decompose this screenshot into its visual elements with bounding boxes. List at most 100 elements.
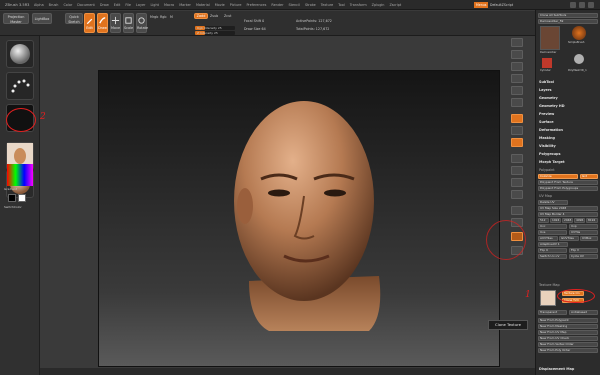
- simplebrush-thumb[interactable]: [572, 26, 586, 40]
- menu-item[interactable]: File: [125, 3, 131, 7]
- persp-icon[interactable]: [511, 86, 523, 95]
- uv-size-512-button[interactable]: 512: [538, 218, 549, 223]
- menu-item[interactable]: Alpha: [34, 3, 44, 7]
- gradient-label[interactable]: Gradient: [4, 187, 17, 191]
- delete-uv-button[interactable]: Delete UV: [538, 200, 568, 205]
- menu-item[interactable]: Macro: [164, 3, 174, 7]
- zcut-toggle[interactable]: Zcut: [224, 14, 231, 18]
- menu-item[interactable]: Zscript: [389, 3, 401, 7]
- polypaint-from-texture-button[interactable]: Polypaint From Texture: [538, 180, 598, 185]
- edit-button[interactable]: Edit: [84, 13, 95, 33]
- minimize-icon[interactable]: [570, 2, 576, 8]
- zsub-toggle[interactable]: Zsub: [210, 14, 218, 18]
- menu-item[interactable]: Brush: [49, 3, 59, 7]
- uvs-button[interactable]: Uvs: [538, 230, 567, 235]
- geometry-hd-section[interactable]: Geometry HD: [539, 104, 565, 108]
- focal-shift-slider[interactable]: Focal Shift 0: [244, 19, 264, 23]
- polypaint-title[interactable]: Polypaint: [539, 168, 555, 172]
- flip-u-button[interactable]: Flip U: [538, 248, 567, 253]
- draw-button[interactable]: Draw: [97, 13, 108, 33]
- move-view-icon[interactable]: [511, 166, 523, 175]
- menu-item[interactable]: Marker: [179, 3, 191, 7]
- polymesh-thumb[interactable]: [574, 54, 584, 64]
- new-from-uv-check-button[interactable]: New From UV Check: [538, 336, 598, 341]
- antialiased-toggle[interactable]: Antialiased: [569, 310, 598, 315]
- uv-size-8192-button[interactable]: 8192: [586, 218, 598, 223]
- uv-size-2048-button[interactable]: 2048: [562, 218, 573, 223]
- transparent-toggle[interactable]: Transparent: [538, 310, 567, 315]
- menu-item[interactable]: Render: [271, 3, 283, 7]
- mrgb-toggle[interactable]: Mrgb: [150, 15, 158, 19]
- zadd-toggle[interactable]: Zadd: [194, 13, 208, 19]
- uvbox-button[interactable]: UVBox: [580, 236, 598, 241]
- uvp-button[interactable]: Uvp: [569, 224, 598, 229]
- clone-all-subtools-button[interactable]: Clone All SubTools: [538, 13, 598, 18]
- grd-toggle[interactable]: Grd: [580, 174, 598, 179]
- colorize-toggle[interactable]: Colorize: [538, 174, 578, 179]
- new-from-masking-button[interactable]: New From Masking: [538, 324, 598, 329]
- texture-map-title[interactable]: Texture Map: [539, 283, 560, 287]
- document-canvas[interactable]: [98, 70, 500, 367]
- xyz-icon[interactable]: [511, 126, 523, 135]
- menu-item[interactable]: Material: [196, 3, 210, 7]
- uv-map-border-slider[interactable]: UV Map Border 4: [538, 212, 598, 217]
- new-from-uv-map-button[interactable]: New From UV Map: [538, 330, 598, 335]
- new-from-poly-order-button[interactable]: New From Poly Order: [538, 348, 598, 353]
- menu-item[interactable]: Draw: [100, 3, 109, 7]
- uv-size-1024-button[interactable]: 1024: [550, 218, 561, 223]
- aahalf-icon[interactable]: [511, 74, 523, 83]
- preview-section[interactable]: Preview: [539, 112, 554, 116]
- displacement-map-section[interactable]: Displacement Map: [539, 367, 574, 371]
- switch-color-label[interactable]: SwitchColor: [4, 205, 22, 209]
- color-picker[interactable]: [7, 164, 33, 186]
- deformation-section[interactable]: Deformation: [539, 128, 563, 132]
- cycle-uv-button[interactable]: Cycle UV: [569, 254, 598, 259]
- scale-view-icon[interactable]: [511, 178, 523, 187]
- uv-map-title[interactable]: UV Map: [539, 194, 552, 198]
- tool-thumbnail-demosoldier[interactable]: [540, 26, 560, 50]
- rgb-intensity-slider[interactable]: Rgb Intensity 25: [195, 26, 235, 30]
- uv-map-size-slider[interactable]: UV Map Size 2048: [538, 206, 598, 211]
- move-button[interactable]: Move: [110, 13, 121, 33]
- rgb-toggle[interactable]: Rgb: [160, 15, 166, 19]
- polyf-icon[interactable]: [511, 206, 523, 215]
- visibility-section[interactable]: Visibility: [539, 144, 556, 148]
- adaptive-uv-slider[interactable]: AdaptiveUV 1: [538, 242, 568, 247]
- menu-item[interactable]: Layer: [136, 3, 145, 7]
- menu-item[interactable]: Texture: [321, 3, 333, 7]
- menu-item[interactable]: Zplugin: [372, 3, 385, 7]
- polygroups-section[interactable]: Polygroups: [539, 152, 560, 156]
- close-icon[interactable]: [588, 2, 594, 8]
- main-color-swatch[interactable]: [8, 194, 16, 202]
- menu-item[interactable]: Tool: [338, 3, 345, 7]
- brush-selector[interactable]: [6, 40, 34, 68]
- rotate-button[interactable]: Rotate: [136, 13, 148, 33]
- rotate-view-icon[interactable]: [511, 190, 523, 199]
- texture-map-thumbnail[interactable]: [540, 290, 556, 306]
- default-zscript-button[interactable]: DefaultZScript: [488, 2, 515, 8]
- morph-target-section[interactable]: Morph Target: [539, 160, 565, 164]
- uvc-button[interactable]: Uvc: [538, 224, 567, 229]
- switch-uv-button[interactable]: Switch U<>V: [538, 254, 567, 259]
- menus-toggle-button[interactable]: Menus: [474, 2, 489, 8]
- quick-sketch-button[interactable]: Quick Sketch: [65, 13, 83, 24]
- surface-section[interactable]: Surface: [539, 120, 554, 124]
- layers-section[interactable]: Layers: [539, 88, 552, 92]
- m-toggle[interactable]: M: [170, 15, 173, 19]
- menu-item[interactable]: Light: [150, 3, 158, 7]
- uvtile-button[interactable]: UVTile: [569, 230, 598, 235]
- auvtiles-button[interactable]: AUVTiles: [538, 236, 558, 241]
- new-from-polypaint-button[interactable]: New From Polypaint: [538, 318, 598, 323]
- menu-item[interactable]: Preferences: [246, 3, 266, 7]
- uv-size-4096-button[interactable]: 4096: [574, 218, 585, 223]
- menu-item[interactable]: Color: [63, 3, 72, 7]
- actual-icon[interactable]: [511, 62, 523, 71]
- menu-item[interactable]: Edit: [114, 3, 121, 7]
- frame-icon[interactable]: [511, 154, 523, 163]
- polypaint-from-polygroups-button[interactable]: Polypaint From Polygroups: [538, 186, 598, 191]
- menu-item[interactable]: Stencil: [288, 3, 299, 7]
- scale-button[interactable]: Scale: [123, 13, 134, 33]
- menu-item[interactable]: Stroke: [305, 3, 316, 7]
- secondary-color-swatch[interactable]: [18, 194, 26, 202]
- new-from-vertex-order-button[interactable]: New From Vertex Order: [538, 342, 598, 347]
